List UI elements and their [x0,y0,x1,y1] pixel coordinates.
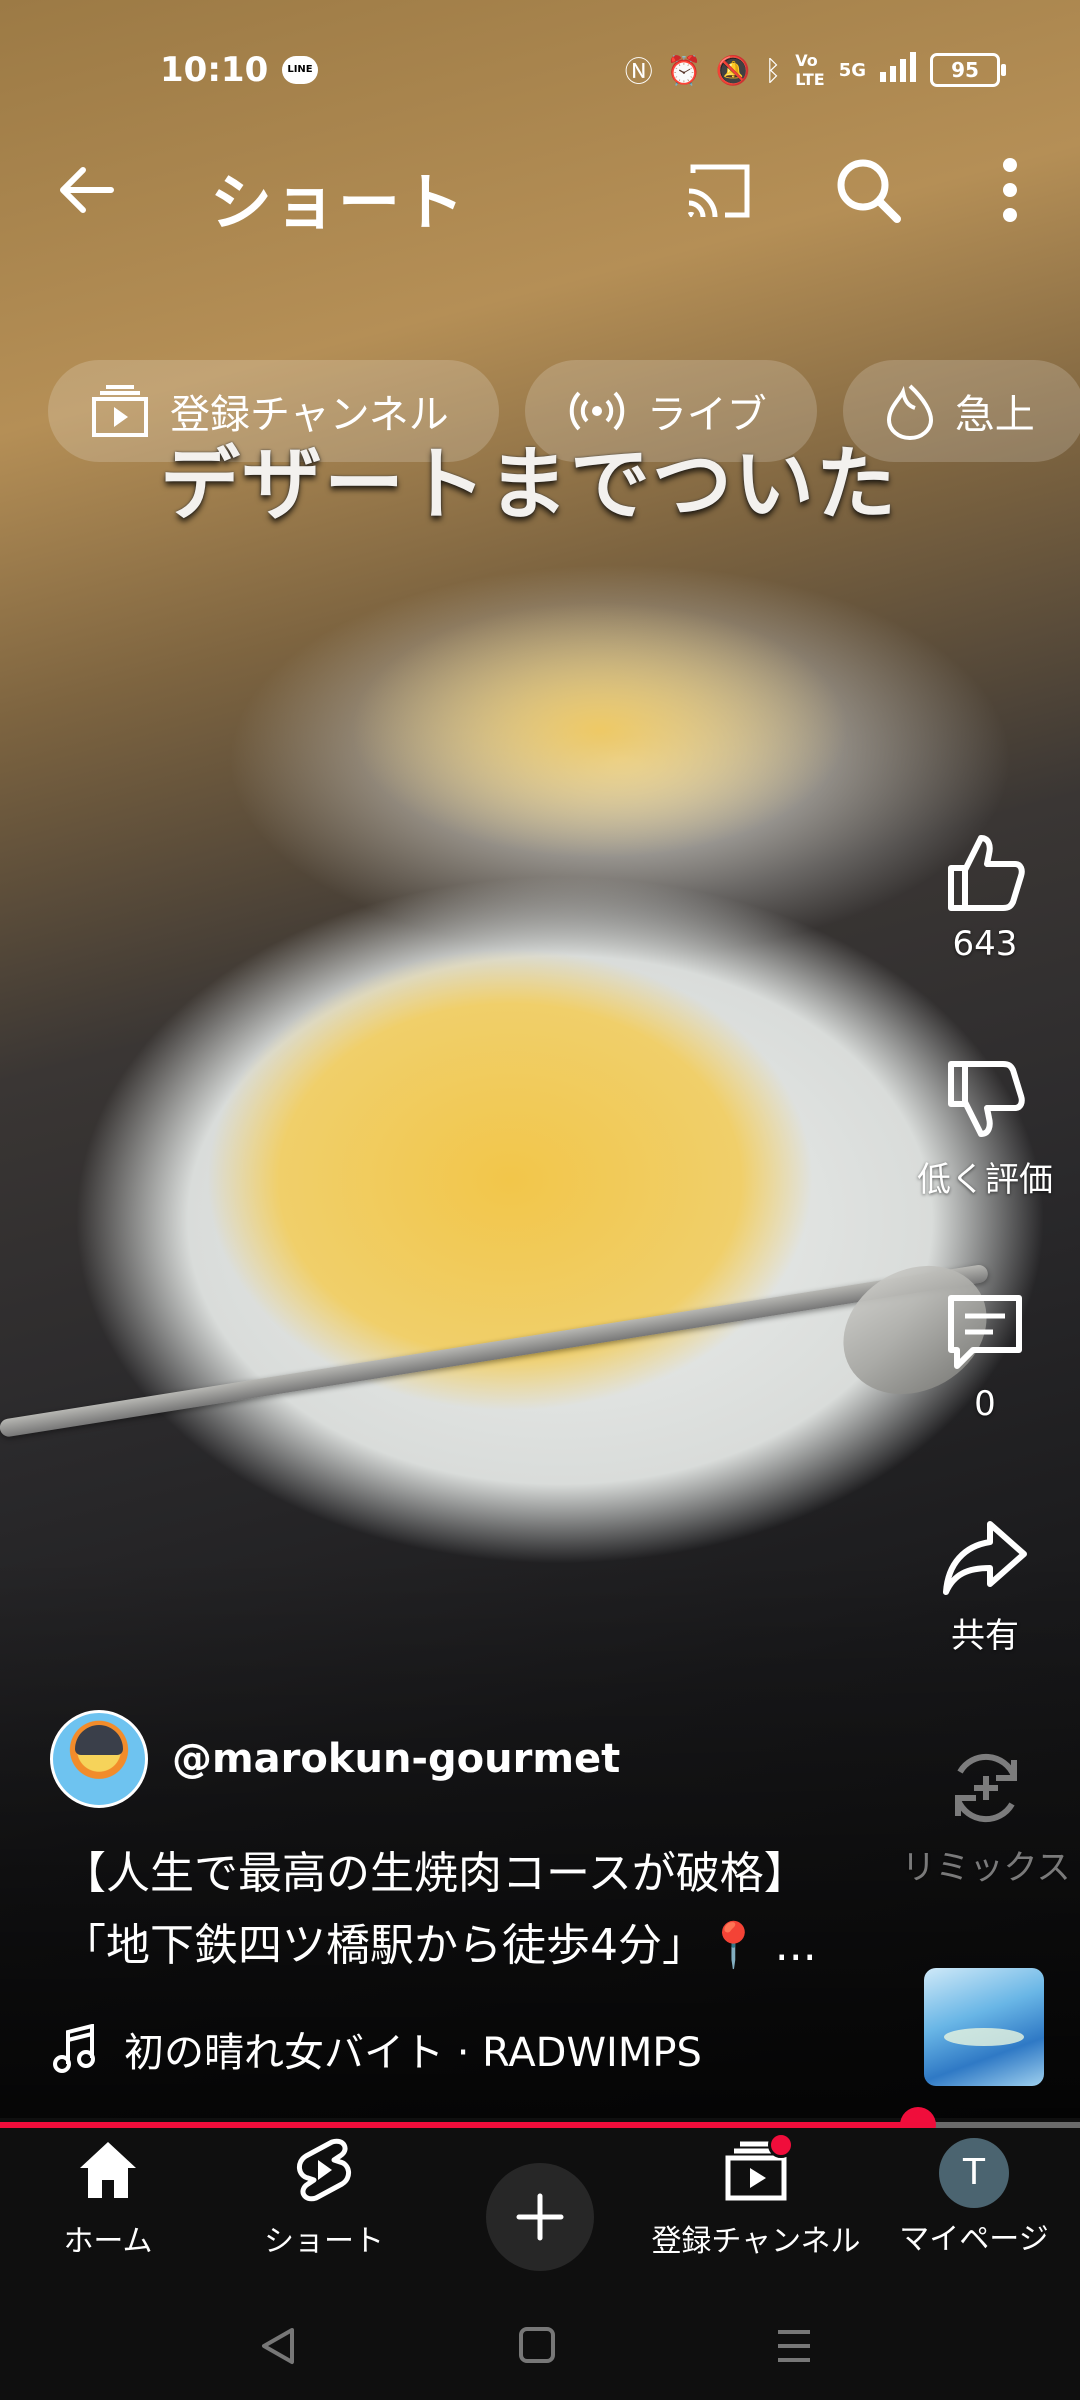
video-caption: デザートまでついた [160,438,898,531]
status-bar: 10:10 LINE Ⓝ ⏰ 🔕 ᛒ Vo LTE 5G 95 [0,0,1080,140]
share-label: 共有 [951,1616,1019,1656]
share-arrow-icon [943,1521,1027,1595]
nav-shorts-label: ショート [264,2224,384,2259]
system-navigation-bar [0,2288,1080,2400]
description-line-1: 【人生で最高の生焼肉コースが破格】 [62,1848,808,1899]
more-vert-icon [1003,158,1017,222]
chip-label: 急上 [954,392,1035,438]
nav-shorts[interactable]: ショート [224,2138,424,2260]
remix-label: リミックス [901,1848,1071,1888]
channel-avatar[interactable] [50,1710,148,1808]
video-description[interactable]: 【人生で最高の生焼肉コースが破格】 「地下鉄四ツ橋駅から徒歩4分」📍 ... [62,1838,882,1982]
search-button[interactable] [828,150,908,230]
dislike-button[interactable]: 低く評価 [900,1058,1070,1201]
nav-home[interactable]: ホーム [8,2138,208,2260]
network-label: 5G [838,59,866,81]
remix-button[interactable]: リミックス [886,1746,1080,1889]
line-notification-icon: LINE [282,56,318,84]
description-line-2: 「地下鉄四ツ橋駅から徒歩4分」📍 ... [62,1920,817,1971]
system-recents-icon[interactable] [774,2326,814,2366]
plus-icon [516,2193,564,2241]
subscriptions-nav-icon-wrap [724,2132,794,2210]
system-home-icon[interactable] [518,2326,556,2364]
comment-icon [948,1295,1022,1369]
channel-handle[interactable]: @marokun-gourmet [172,1736,620,1782]
comment-count: 0 [974,1384,996,1424]
music-info[interactable]: 初の晴れ女バイト · RADWIMPS [52,2020,702,2078]
search-icon [837,159,901,223]
nav-mypage[interactable]: T マイページ [874,2138,1074,2258]
user-avatar: T [939,2138,1009,2208]
signal-icon [880,51,916,89]
nav-subscriptions[interactable]: 登録チャンネル [646,2132,866,2260]
like-button[interactable]: 643 [900,830,1070,964]
share-button[interactable]: 共有 [900,1518,1070,1657]
shorts-icon [297,2138,351,2202]
music-thumbnail[interactable] [924,1968,1044,2086]
music-note-icon [53,2024,95,2073]
alarm-icon: ⏰ [666,53,702,87]
comments-button[interactable]: 0 [900,1290,1070,1424]
create-button[interactable] [486,2163,594,2271]
status-time: 10:10 [160,50,269,90]
home-icon [80,2142,136,2198]
mute-icon: 🔕 [715,53,751,87]
spoon [0,1263,990,1438]
back-button[interactable] [50,150,120,230]
volte-icon: Vo LTE [795,51,825,89]
notification-dot [768,2132,794,2158]
dislike-label: 低く評価 [917,1160,1053,1200]
nav-mypage-label: マイページ [899,2222,1049,2257]
page-title: ショート [210,166,467,239]
back-arrow-icon [60,167,114,213]
remix-icon [955,1753,1017,1823]
cast-button[interactable] [682,155,754,227]
status-icons: Ⓝ ⏰ 🔕 ᛒ Vo LTE 5G 95 [624,50,1006,90]
music-track: 初の晴れ女バイト · RADWIMPS [124,2030,702,2076]
nav-subscriptions-label: 登録チャンネル [651,2224,861,2259]
like-count: 643 [952,924,1018,964]
channel-info[interactable]: @marokun-gourmet [50,1710,620,1808]
subscriptions-icon [92,385,148,437]
more-options-button[interactable] [980,150,1040,230]
cast-icon [687,164,750,218]
nfc-icon: Ⓝ [624,55,653,88]
system-back-icon[interactable] [258,2326,298,2366]
bluetooth-icon: ᛒ [764,53,782,87]
thumbs-up-icon [948,835,1025,911]
nav-home-label: ホーム [63,2224,153,2259]
thumbs-down-icon [948,1061,1025,1137]
battery-icon: 95 [930,53,1006,87]
